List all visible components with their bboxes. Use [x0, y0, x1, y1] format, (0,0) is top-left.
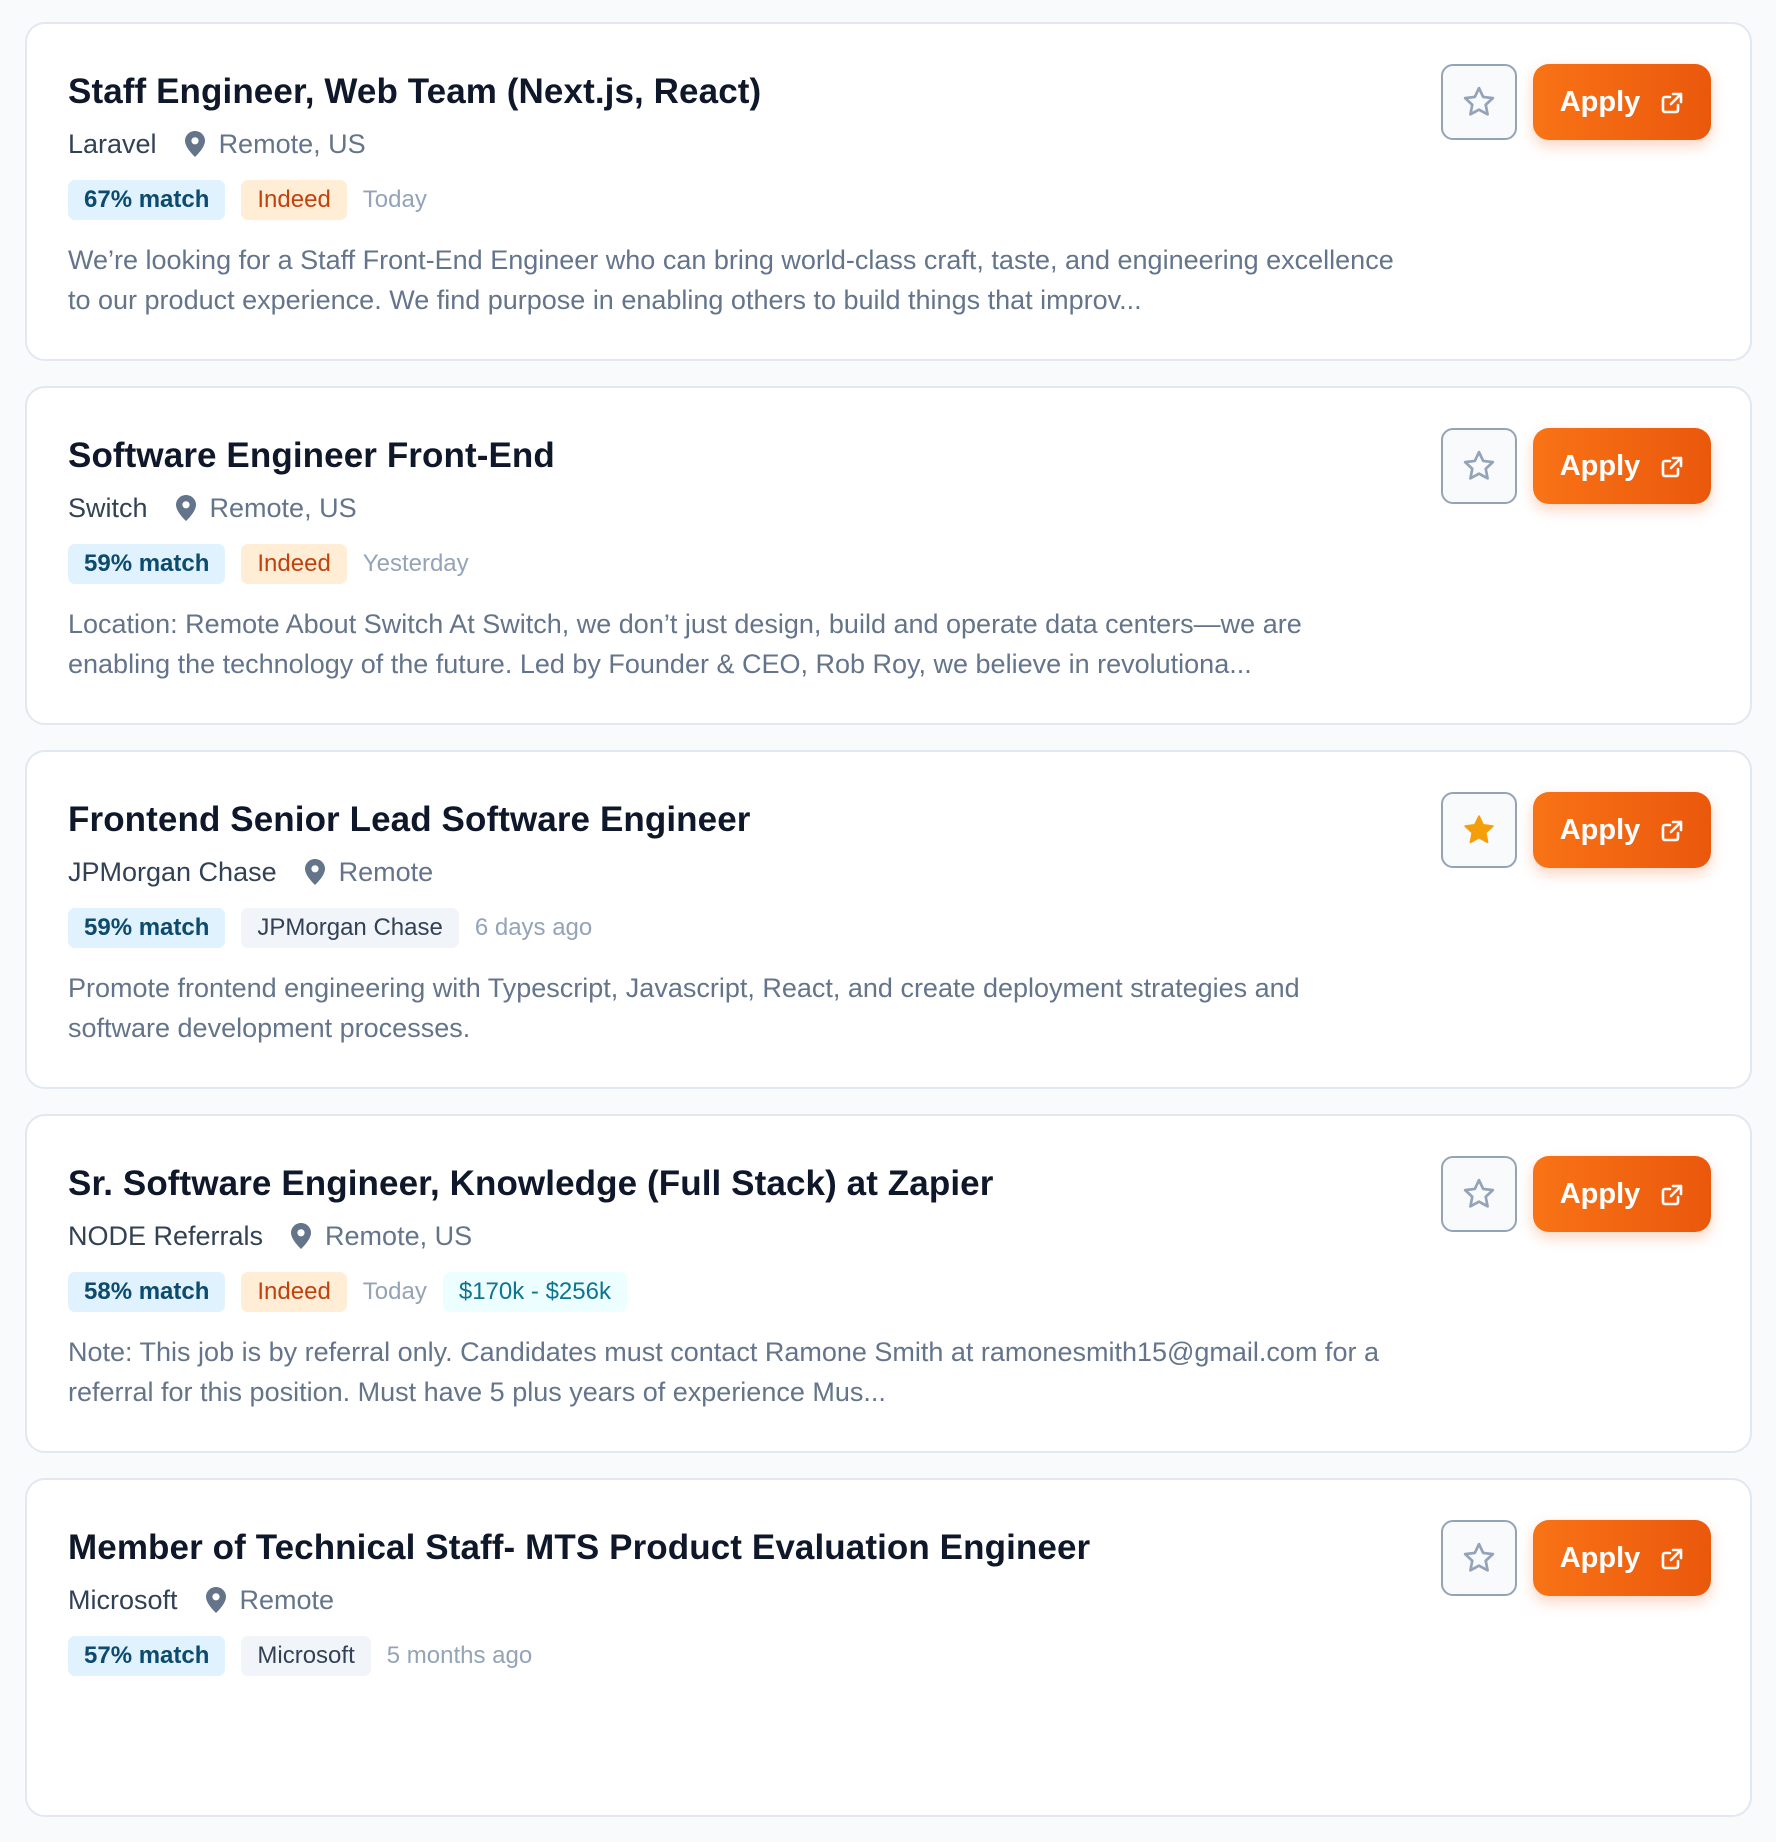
star-icon: [1462, 85, 1496, 119]
job-card[interactable]: Software Engineer Front-End Switch Remot…: [25, 386, 1752, 725]
apply-label: Apply: [1559, 85, 1641, 118]
save-job-button[interactable]: [1441, 792, 1517, 868]
job-badges: 59% match JPMorgan Chase 6 days ago: [68, 908, 1420, 948]
apply-button[interactable]: Apply: [1533, 1156, 1711, 1232]
save-job-button[interactable]: [1441, 64, 1517, 140]
map-pin-icon: [291, 1223, 312, 1249]
job-badges: 59% match Indeed Yesterday: [68, 544, 1420, 584]
star-icon: [1462, 1177, 1496, 1211]
map-pin-icon: [184, 131, 205, 157]
job-card[interactable]: Sr. Software Engineer, Knowledge (Full S…: [25, 1114, 1752, 1453]
map-pin-icon: [175, 495, 196, 521]
job-location: Remote, US: [325, 1220, 473, 1251]
company-name: Switch: [68, 492, 148, 523]
map-pin-icon: [304, 859, 325, 885]
job-meta: Microsoft Remote: [68, 1582, 1420, 1618]
company-name: NODE Referrals: [68, 1220, 264, 1251]
apply-label: Apply: [1559, 1541, 1641, 1574]
star-icon: [1462, 449, 1496, 483]
external-link-icon: [1660, 818, 1684, 842]
job-badges: 57% match Microsoft 5 months ago: [68, 1636, 1420, 1676]
job-location: Remote: [338, 856, 434, 887]
external-link-icon: [1660, 90, 1684, 114]
job-badges: 58% match Indeed Today $170k - $256k: [68, 1272, 1420, 1312]
job-meta: Switch Remote, US: [68, 490, 1420, 526]
job-title[interactable]: Sr. Software Engineer, Knowledge (Full S…: [68, 1162, 1420, 1206]
save-job-button[interactable]: [1441, 1156, 1517, 1232]
posted-date: Today: [362, 186, 427, 213]
job-title[interactable]: Software Engineer Front-End: [68, 434, 1420, 478]
save-job-button[interactable]: [1441, 1520, 1517, 1596]
source-badge: JPMorgan Chase: [241, 908, 459, 948]
match-badge: 59% match: [68, 544, 226, 584]
apply-button[interactable]: Apply: [1533, 1520, 1711, 1596]
map-pin-icon: [205, 1587, 226, 1613]
company-name: Microsoft: [68, 1584, 178, 1615]
job-location: Remote, US: [218, 128, 366, 159]
job-description: Location: Remote About Switch At Switch,…: [68, 609, 1302, 679]
save-job-button[interactable]: [1441, 428, 1517, 504]
external-link-icon: [1660, 1546, 1684, 1570]
company-name: Laravel: [68, 128, 157, 159]
job-description: Note: This job is by referral only. Cand…: [68, 1337, 1379, 1407]
job-description: We’re looking for a Staff Front-End Engi…: [68, 245, 1394, 315]
source-badge: Indeed: [241, 544, 347, 584]
job-card[interactable]: Staff Engineer, Web Team (Next.js, React…: [25, 22, 1752, 361]
apply-button[interactable]: Apply: [1533, 428, 1711, 504]
apply-label: Apply: [1559, 449, 1641, 482]
job-card[interactable]: Frontend Senior Lead Software Engineer J…: [25, 750, 1752, 1089]
apply-button[interactable]: Apply: [1533, 64, 1711, 140]
job-meta: JPMorgan Chase Remote: [68, 854, 1420, 890]
match-badge: 57% match: [68, 1636, 226, 1676]
star-filled-icon: [1462, 813, 1496, 847]
star-icon: [1462, 1541, 1496, 1575]
job-location: Remote, US: [209, 492, 357, 523]
source-badge: Indeed: [241, 180, 347, 220]
job-location: Remote: [239, 1584, 335, 1615]
external-link-icon: [1660, 1182, 1684, 1206]
posted-date: 6 days ago: [474, 914, 593, 941]
apply-label: Apply: [1559, 813, 1641, 846]
job-title[interactable]: Staff Engineer, Web Team (Next.js, React…: [68, 70, 1420, 114]
job-description: Promote frontend engineering with Typesc…: [68, 973, 1300, 1043]
job-meta: Laravel Remote, US: [68, 126, 1420, 162]
job-title[interactable]: Member of Technical Staff- MTS Product E…: [68, 1526, 1420, 1570]
apply-label: Apply: [1559, 1177, 1641, 1210]
apply-button[interactable]: Apply: [1533, 792, 1711, 868]
job-badges: 67% match Indeed Today: [68, 180, 1420, 220]
source-badge: Indeed: [241, 1272, 347, 1312]
posted-date: Yesterday: [362, 550, 469, 577]
match-badge: 59% match: [68, 908, 226, 948]
job-meta: NODE Referrals Remote, US: [68, 1218, 1420, 1254]
job-title[interactable]: Frontend Senior Lead Software Engineer: [68, 798, 1420, 842]
match-badge: 58% match: [68, 1272, 226, 1312]
job-list: Staff Engineer, Web Team (Next.js, React…: [25, 22, 1752, 1842]
job-card[interactable]: Member of Technical Staff- MTS Product E…: [25, 1478, 1752, 1817]
company-name: JPMorgan Chase: [68, 856, 277, 887]
salary-badge: $170k - $256k: [442, 1272, 627, 1312]
posted-date: Today: [362, 1278, 427, 1305]
match-badge: 67% match: [68, 180, 226, 220]
source-badge: Microsoft: [241, 1636, 371, 1676]
external-link-icon: [1660, 454, 1684, 478]
